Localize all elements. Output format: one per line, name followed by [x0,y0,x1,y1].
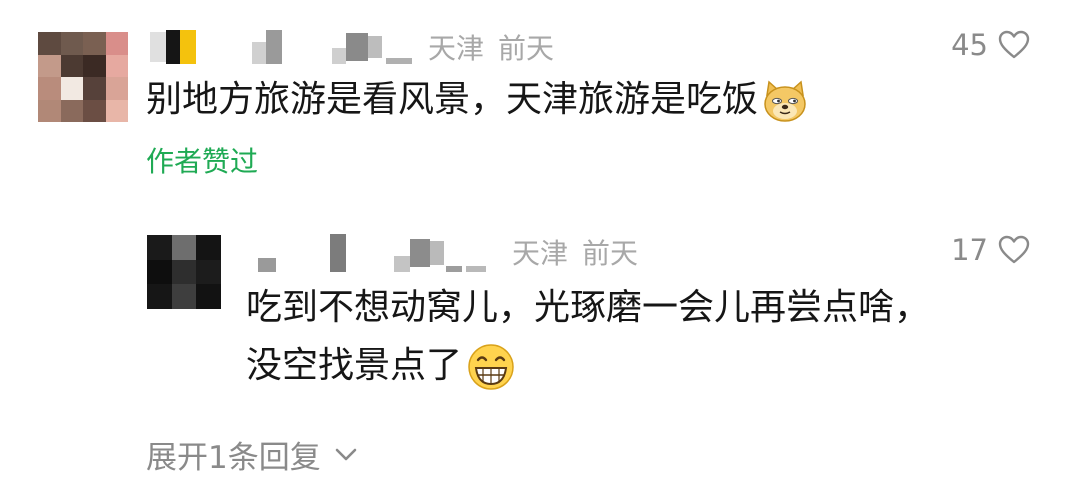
like-count: 17 [951,233,988,267]
grinning-face-icon [468,344,514,390]
reply-username[interactable] [258,234,486,272]
comment-meta: 天津 前天 [428,27,554,67]
comment-text-body: 别地方旅游是看风景，天津旅游是吃饭 [146,79,759,120]
like-count: 45 [951,28,988,62]
reply-meta: 天津 前天 [512,232,638,272]
timestamp: 前天 [582,237,639,270]
timestamp: 前天 [498,32,555,65]
doge-face-icon [764,80,806,122]
reply-text-line1: 吃到不想动窝儿，光琢磨一会儿再尝点啥， [246,287,931,328]
expand-replies-button[interactable]: 展开1条回复 [146,432,357,477]
author-liked-badge: 作者赞过 [146,145,259,178]
like-button[interactable]: 17 [951,233,1030,267]
avatar[interactable] [38,32,128,122]
chevron-down-icon [335,448,357,460]
username[interactable] [150,30,412,64]
location: 天津 [428,32,485,65]
expand-replies-label: 展开1条回复 [146,440,321,476]
heart-icon[interactable] [998,30,1030,60]
like-button[interactable]: 45 [951,28,1030,62]
reply-text: 吃到不想动窝儿，光琢磨一会儿再尝点啥， 没空找景点了 [246,282,930,392]
reply-text-line2: 没空找景点了 [246,345,463,386]
avatar[interactable] [147,235,221,309]
comment-text: 别地方旅游是看风景，天津旅游是吃饭 [146,74,810,126]
heart-icon[interactable] [998,235,1030,265]
location: 天津 [512,237,569,270]
reply-text-line2-row: 没空找景点了 [246,340,930,392]
